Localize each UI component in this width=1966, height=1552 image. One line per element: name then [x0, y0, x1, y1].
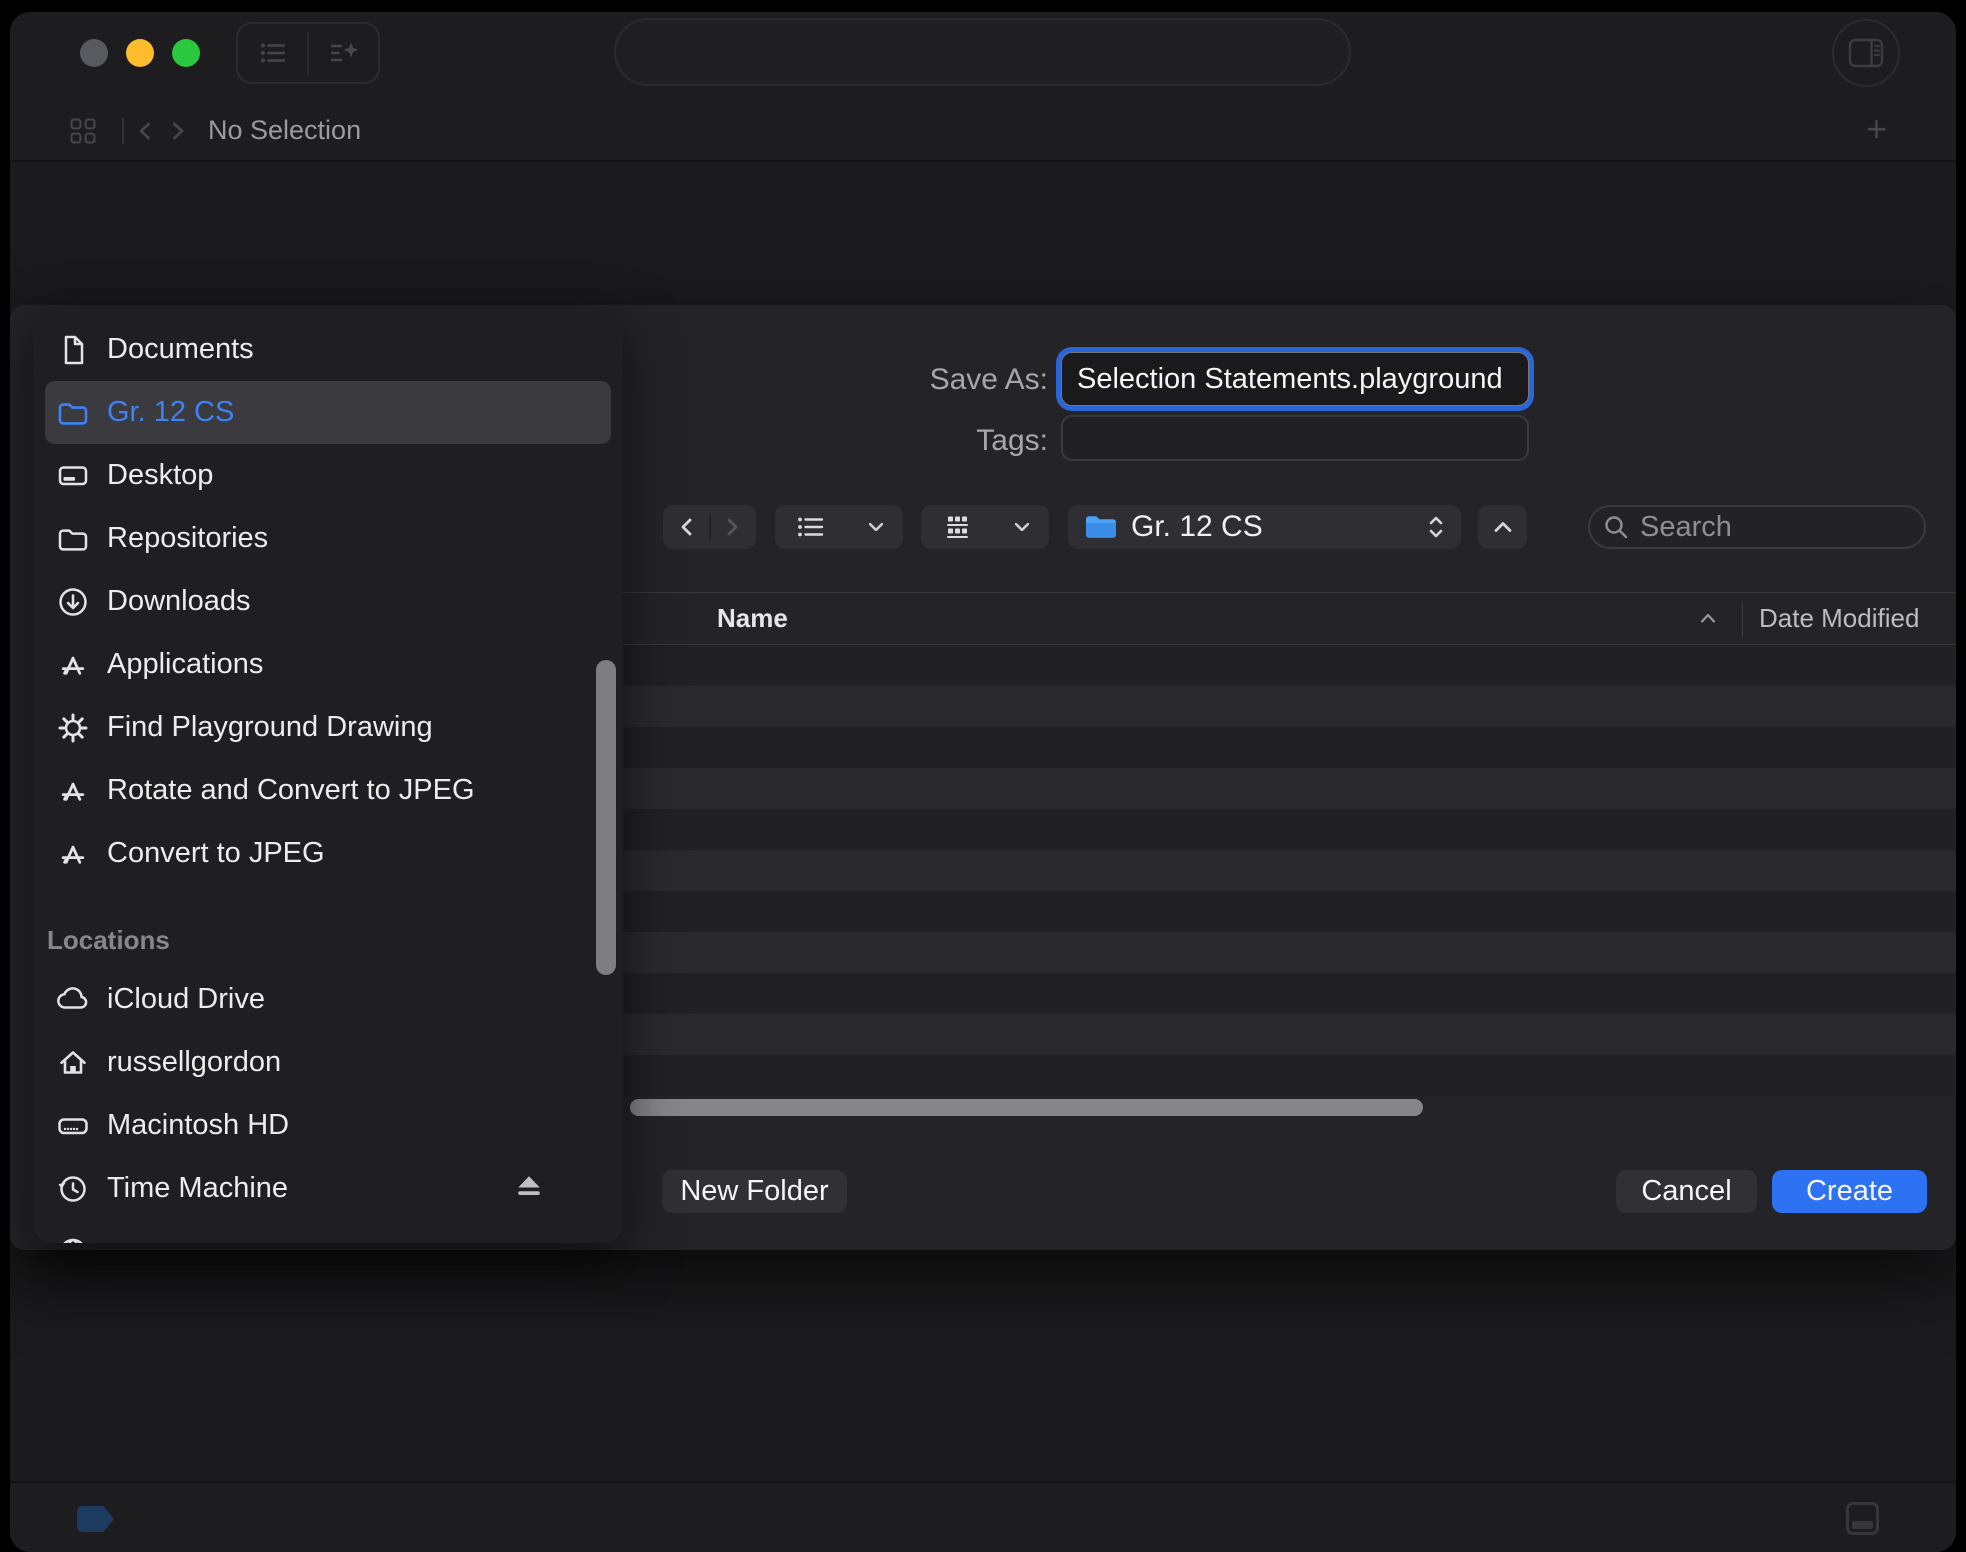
appstore-icon: [55, 773, 91, 809]
debug-area-toggle-icon[interactable]: [1846, 1502, 1879, 1535]
doc-sparkle-icon: [327, 38, 361, 68]
sidebar-panel: Documents Gr. 12 CS Desktop Repositories: [33, 308, 623, 1243]
group-view-button[interactable]: [921, 505, 1049, 549]
zoom-button[interactable]: [172, 39, 200, 67]
sidebar-item-find-playground-drawing[interactable]: Find Playground Drawing: [45, 696, 611, 759]
list-view-button[interactable]: [775, 505, 903, 549]
save-dialog-sheet: Save As: Tags:: [10, 305, 1956, 1250]
xcode-window: No Selection + Save As: Tags:: [10, 12, 1956, 1552]
globe-icon: [55, 1234, 91, 1244]
group-view-icon: [941, 512, 971, 542]
cancel-button[interactable]: Cancel: [1616, 1170, 1757, 1213]
minimize-button[interactable]: [126, 39, 154, 67]
back-chevron-icon[interactable]: [138, 122, 151, 140]
search-icon: [1602, 513, 1630, 541]
sidebar-item-russellgordon[interactable]: russellgordon: [45, 1031, 611, 1094]
up-down-chevrons-icon: [1427, 515, 1445, 539]
horizontal-scrollbar-thumb[interactable]: [630, 1099, 1423, 1116]
appstore-icon: [55, 836, 91, 872]
tags-input[interactable]: [1061, 415, 1529, 461]
location-popup[interactable]: Gr. 12 CS: [1068, 505, 1461, 549]
filename-input[interactable]: [1061, 352, 1529, 406]
up-folder-button[interactable]: [1478, 505, 1527, 549]
chevron-up-icon: [1494, 522, 1512, 532]
sidebar-item-time-machine[interactable]: Time Machine: [45, 1157, 611, 1220]
search-field[interactable]: [1588, 505, 1926, 549]
sidebar-item-applications[interactable]: Applications: [45, 633, 611, 696]
sidebar-item-downloads[interactable]: Downloads: [45, 570, 611, 633]
inspector-panel-icon: [1846, 33, 1886, 73]
document-icon: [55, 332, 91, 368]
sidebar-item-rotate-and-convert-to-jpeg[interactable]: Rotate and Convert to JPEG: [45, 759, 611, 822]
location-popup-label: Gr. 12 CS: [1131, 510, 1427, 544]
sidebar-item-gr-12-cs[interactable]: Gr. 12 CS: [45, 381, 611, 444]
back-button[interactable]: [663, 505, 709, 549]
editor-mode-segmented-control: [236, 22, 380, 84]
debug-bar: [10, 1481, 1956, 1552]
search-input[interactable]: [1640, 511, 1890, 544]
home-icon: [55, 1045, 91, 1081]
date-modified-column-header[interactable]: Date Modified: [1759, 603, 1919, 634]
sidebar-item-documents[interactable]: Documents: [45, 318, 611, 381]
breadcrumb: No Selection: [208, 100, 361, 160]
sidebar-item-repositories[interactable]: Repositories: [45, 507, 611, 570]
activity-view: [614, 18, 1351, 86]
desktop-background: No Selection + Save As: Tags:: [0, 0, 1966, 1552]
jump-bar: No Selection +: [10, 100, 1956, 162]
sidebar-item-macintosh-hd[interactable]: Macintosh HD: [45, 1094, 611, 1157]
folder-icon: [55, 521, 91, 557]
sidebar-item-network-partial[interactable]: [45, 1220, 611, 1243]
add-editor-button[interactable]: +: [1866, 100, 1887, 158]
gear-icon: [55, 710, 91, 746]
downloads-icon: [55, 584, 91, 620]
chevron-down-icon: [869, 523, 883, 531]
sidebar-scrollbar-thumb[interactable]: [596, 660, 616, 975]
forward-button[interactable]: [711, 505, 757, 549]
folder-icon: [1084, 513, 1118, 541]
save-as-label: Save As:: [748, 363, 1048, 397]
divider: [122, 118, 124, 144]
sidebar-item-desktop[interactable]: Desktop: [45, 444, 611, 507]
create-button[interactable]: Create: [1772, 1170, 1927, 1213]
eject-button[interactable]: [515, 1173, 545, 1203]
titlebar[interactable]: [10, 12, 1956, 100]
back-chevron-icon: [680, 518, 692, 536]
live-view-icon[interactable]: [77, 1506, 114, 1532]
chevron-down-icon: [1015, 523, 1029, 531]
tags-label: Tags:: [748, 424, 1048, 458]
folder-icon: [55, 395, 91, 431]
list-lines-icon: [258, 38, 288, 68]
forward-chevron-icon: [727, 518, 739, 536]
inspector-toggle-button[interactable]: [1832, 19, 1900, 87]
standard-editor-button[interactable]: [238, 24, 307, 82]
sidebar-item-convert-to-jpeg[interactable]: Convert to JPEG: [45, 822, 611, 885]
nav-back-forward-group: [663, 505, 756, 549]
column-divider[interactable]: [1742, 601, 1743, 638]
locations-section-header: Locations: [45, 925, 611, 956]
appstore-icon: [55, 647, 91, 683]
sidebar-item-icloud-drive[interactable]: iCloud Drive: [45, 968, 611, 1031]
sort-ascending-icon: [1700, 613, 1716, 623]
time-machine-icon: [55, 1171, 91, 1207]
list-view-icon: [795, 512, 825, 542]
list-column-headers: Name Date Modified: [621, 592, 1956, 645]
close-button[interactable]: [80, 39, 108, 67]
new-folder-button[interactable]: New Folder: [662, 1170, 847, 1213]
forward-chevron-icon[interactable]: [172, 122, 185, 140]
icloud-icon: [55, 982, 91, 1018]
harddrive-icon: [55, 1108, 91, 1144]
name-column-header[interactable]: Name: [717, 603, 788, 634]
related-items-grid-icon[interactable]: [68, 116, 98, 146]
file-list-empty: [621, 645, 1956, 1096]
assistant-editor-button[interactable]: [309, 24, 378, 82]
desktop-icon: [55, 458, 91, 494]
